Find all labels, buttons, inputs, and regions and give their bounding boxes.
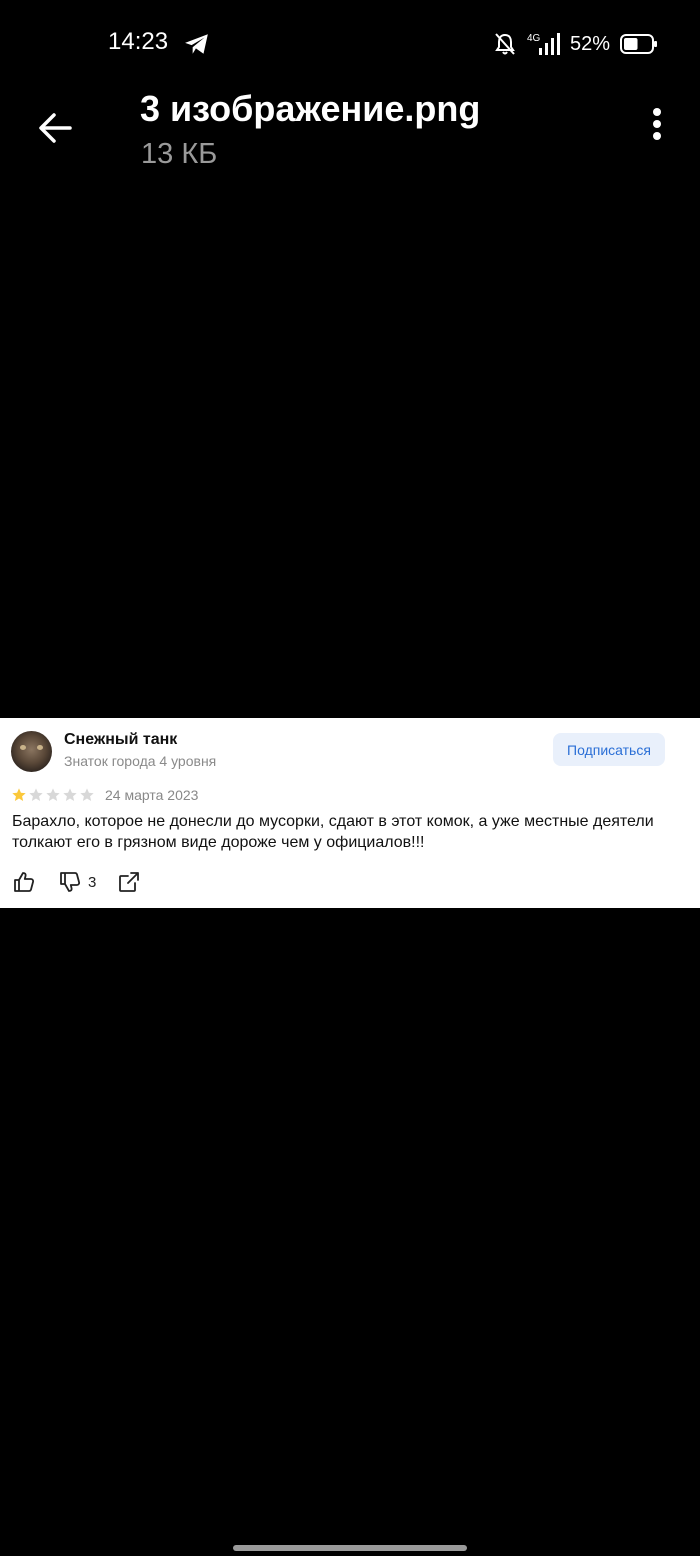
avatar — [11, 731, 52, 772]
thumbs-up-icon — [14, 872, 35, 892]
review-actions: 3 — [12, 870, 140, 894]
star-empty-icon — [46, 788, 60, 801]
back-arrow-icon — [39, 113, 72, 143]
star-empty-icon — [80, 788, 94, 801]
bell-off-icon — [495, 33, 515, 55]
battery-percentage: 52% — [569, 32, 610, 55]
more-vertical-icon — [646, 108, 668, 140]
star-rating — [11, 787, 95, 803]
reviewer-level: Знаток города 4 уровня — [64, 753, 217, 769]
status-icons: 4G 52% — [494, 30, 658, 58]
dislike-count: 3 — [88, 873, 97, 891]
star-empty-icon — [63, 788, 77, 801]
network-type-label: 4G — [527, 33, 541, 44]
dislike-button: 3 — [58, 870, 96, 894]
telegram-icon — [185, 34, 208, 54]
battery-icon — [620, 34, 657, 54]
star-empty-icon — [29, 788, 43, 801]
file-name: 3 изображение.png — [140, 88, 481, 129]
share-icon — [119, 872, 140, 892]
review-image: Снежный танк Знаток города 4 уровня Подп… — [0, 718, 700, 908]
reviewer-name: Снежный танк — [64, 731, 178, 748]
home-indicator[interactable] — [233, 1545, 467, 1551]
subscribe-button: Подписаться — [553, 733, 665, 766]
status-bar: 14:23 4G 52% — [0, 0, 700, 88]
back-button[interactable] — [36, 108, 76, 148]
review-text: Барахло, которое не донесли до мусорки, … — [12, 813, 654, 851]
thumbs-down-icon — [60, 872, 81, 892]
star-filled-icon — [12, 788, 26, 801]
viewer-header: 3 изображение.png 13 КБ — [0, 88, 700, 188]
status-time: 14:23 — [108, 28, 169, 55]
signal-icon: 4G — [527, 33, 560, 55]
more-options-button[interactable] — [646, 108, 668, 144]
file-size: 13 КБ — [141, 138, 218, 170]
review-date: 24 марта 2023 — [105, 787, 199, 803]
